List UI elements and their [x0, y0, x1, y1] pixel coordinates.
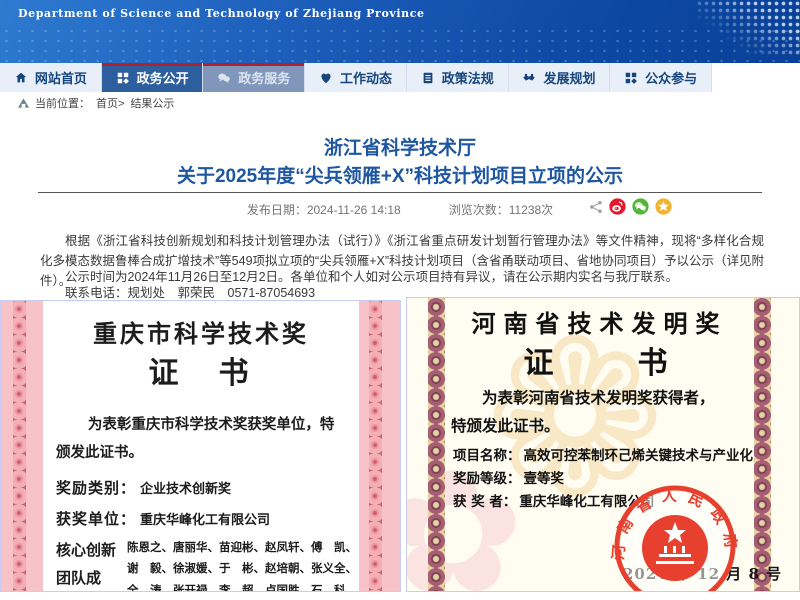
team-label: 核心创新 团队成员： — [56, 537, 122, 592]
publish-date-label: 发布日期： — [247, 203, 307, 217]
certificate-field: 奖励类别： 企业技术创新奖 — [56, 477, 231, 498]
certificate-image-chongqing: 重庆市科学技术奖 证 书 为表彰重庆市科学技术奖获奖单位，特颁发此证书。 奖励类… — [0, 300, 401, 592]
field-value: 企业技术创新奖 — [140, 478, 231, 497]
team-names: 陈恩之、唐丽华、苗迎彬、赵凤轩、傅 凯、 谢 毅、徐淑媛、于 彬、赵培朝、张义全… — [127, 537, 357, 592]
tab-label: 工作动态 — [340, 68, 392, 87]
tab-home[interactable]: 网站首页 — [0, 63, 102, 92]
blocks-icon — [624, 71, 638, 85]
field-label: 获奖单位： — [56, 508, 136, 529]
field-label: 项目名称： — [453, 444, 521, 464]
field-value: 重庆华峰化工有限公司 — [140, 509, 270, 528]
field-value: 高效可控苯制环己烯关键技术与产业化 — [524, 444, 754, 464]
certificate-field: 项目名称： 高效可控苯制环己烯关键技术与产业化 — [453, 444, 753, 464]
field-label: 获 奖 者： — [453, 490, 516, 510]
certificate-field: 奖励等级： 壹等奖 — [453, 467, 564, 487]
certificate-subtitle: 证 书 — [445, 338, 754, 382]
certificate-image-henan: ❁ ✿ 河南省技术发明奖 证 书 为表彰河南省技术发明奖获得者， 特颁发此证书。… — [406, 297, 800, 592]
article-meta: 发布日期：2024-11-26 14:18 浏览次数：11238次 — [0, 201, 800, 218]
title-divider — [38, 192, 762, 193]
breadcrumb-current: 结果公示 — [130, 95, 174, 111]
view-count-label: 浏览次数： — [449, 203, 509, 217]
certificate-subtitle: 证 书 — [46, 348, 356, 392]
chat-icon — [217, 71, 231, 85]
location-home-icon — [18, 98, 29, 108]
team-members-block: 核心创新 团队成员： 陈恩之、唐丽华、苗迎彬、赵凤轩、傅 凯、 谢 毅、徐淑媛、… — [56, 537, 357, 592]
field-label: 奖励类别： — [56, 477, 136, 498]
breadcrumb-home-link[interactable]: 首页> — [96, 95, 124, 111]
ornament-border-left — [428, 298, 445, 591]
article-title-line1: 浙江省科学技术厅 — [0, 133, 800, 160]
banner-pixel-grid — [696, 0, 800, 56]
view-count-value: 11238次 — [509, 203, 553, 217]
top-banner: Department of Science and Technology of … — [0, 0, 800, 63]
tab-gov-open[interactable]: 政务公开 — [102, 63, 204, 92]
banner-dots-pattern — [0, 26, 800, 63]
document-icon — [421, 71, 435, 85]
heart-icon — [319, 71, 333, 85]
ornament-border-right — [369, 301, 382, 591]
tab-work-news[interactable]: 工作动态 — [305, 63, 407, 92]
certificate-body: 特颁发此证书。 — [451, 414, 750, 436]
team-names-line: 谢 毅、徐淑媛、于 彬、赵培朝、张义全、 — [127, 558, 357, 579]
tab-planning[interactable]: 发展规划 — [509, 63, 611, 92]
share-bar — [589, 198, 672, 215]
certificate-field: 获奖单位： 重庆华峰化工有限公司 — [56, 508, 270, 529]
team-names-line: 陈恩之、唐丽华、苗迎彬、赵凤轩、傅 凯、 — [127, 537, 357, 558]
tab-label: 网站首页 — [35, 68, 87, 87]
qzone-icon[interactable] — [655, 198, 672, 215]
certificate-body: 为表彰重庆市科学技术奖获奖单位，特颁发此证书。 — [56, 411, 346, 466]
main-nav: 网站首页 政务公开 政务服务 工作动态 政策法规 发展规划 公众参与 — [0, 63, 712, 92]
view-count: 浏览次数：11238次 — [449, 201, 554, 218]
certificate-body: 为表彰河南省技术发明奖获得者， — [451, 386, 750, 408]
publish-date: 发布日期：2024-11-26 14:18 — [247, 201, 401, 218]
tab-participation[interactable]: 公众参与 — [610, 63, 712, 92]
government-seal: 河南省人民政府 — [607, 478, 743, 592]
site-title: Department of Science and Technology of … — [18, 7, 425, 20]
field-label: 奖励等级： — [453, 467, 521, 487]
certificate-title: 重庆市科学技术奖 — [46, 314, 356, 349]
ornament-border-right — [754, 298, 771, 591]
field-value: 壹等奖 — [524, 467, 565, 487]
article-title-line2: 关于2025年度“尖兵领雁+X”科技计划项目立项的公示 — [0, 161, 800, 188]
ornament-border-left — [13, 301, 26, 591]
national-emblem — [642, 515, 708, 581]
breadcrumb-prefix: 当前位置： — [35, 95, 90, 111]
tab-label: 政务服务 — [238, 68, 290, 87]
tab-label: 政务公开 — [137, 68, 189, 87]
home-icon — [14, 71, 28, 85]
handshake-icon — [522, 71, 536, 85]
tab-label: 公众参与 — [645, 68, 697, 87]
blocks-icon — [116, 71, 130, 85]
certificate-title: 河南省技术发明奖 — [445, 304, 754, 339]
tab-label: 发展规划 — [543, 68, 595, 87]
publish-date-value: 2024-11-26 14:18 — [307, 203, 401, 217]
weibo-icon[interactable] — [609, 198, 626, 215]
tab-gov-service[interactable]: 政务服务 — [203, 63, 305, 92]
tab-policy[interactable]: 政策法规 — [407, 63, 509, 92]
share-icon[interactable] — [589, 200, 603, 214]
team-names-line: 全 涛、张开禄、李 超、卢国胜、石 科 — [127, 580, 357, 592]
tab-label: 政策法规 — [442, 68, 494, 87]
wechat-icon[interactable] — [632, 198, 649, 215]
breadcrumb: 当前位置： 首页> 结果公示 — [0, 92, 800, 113]
